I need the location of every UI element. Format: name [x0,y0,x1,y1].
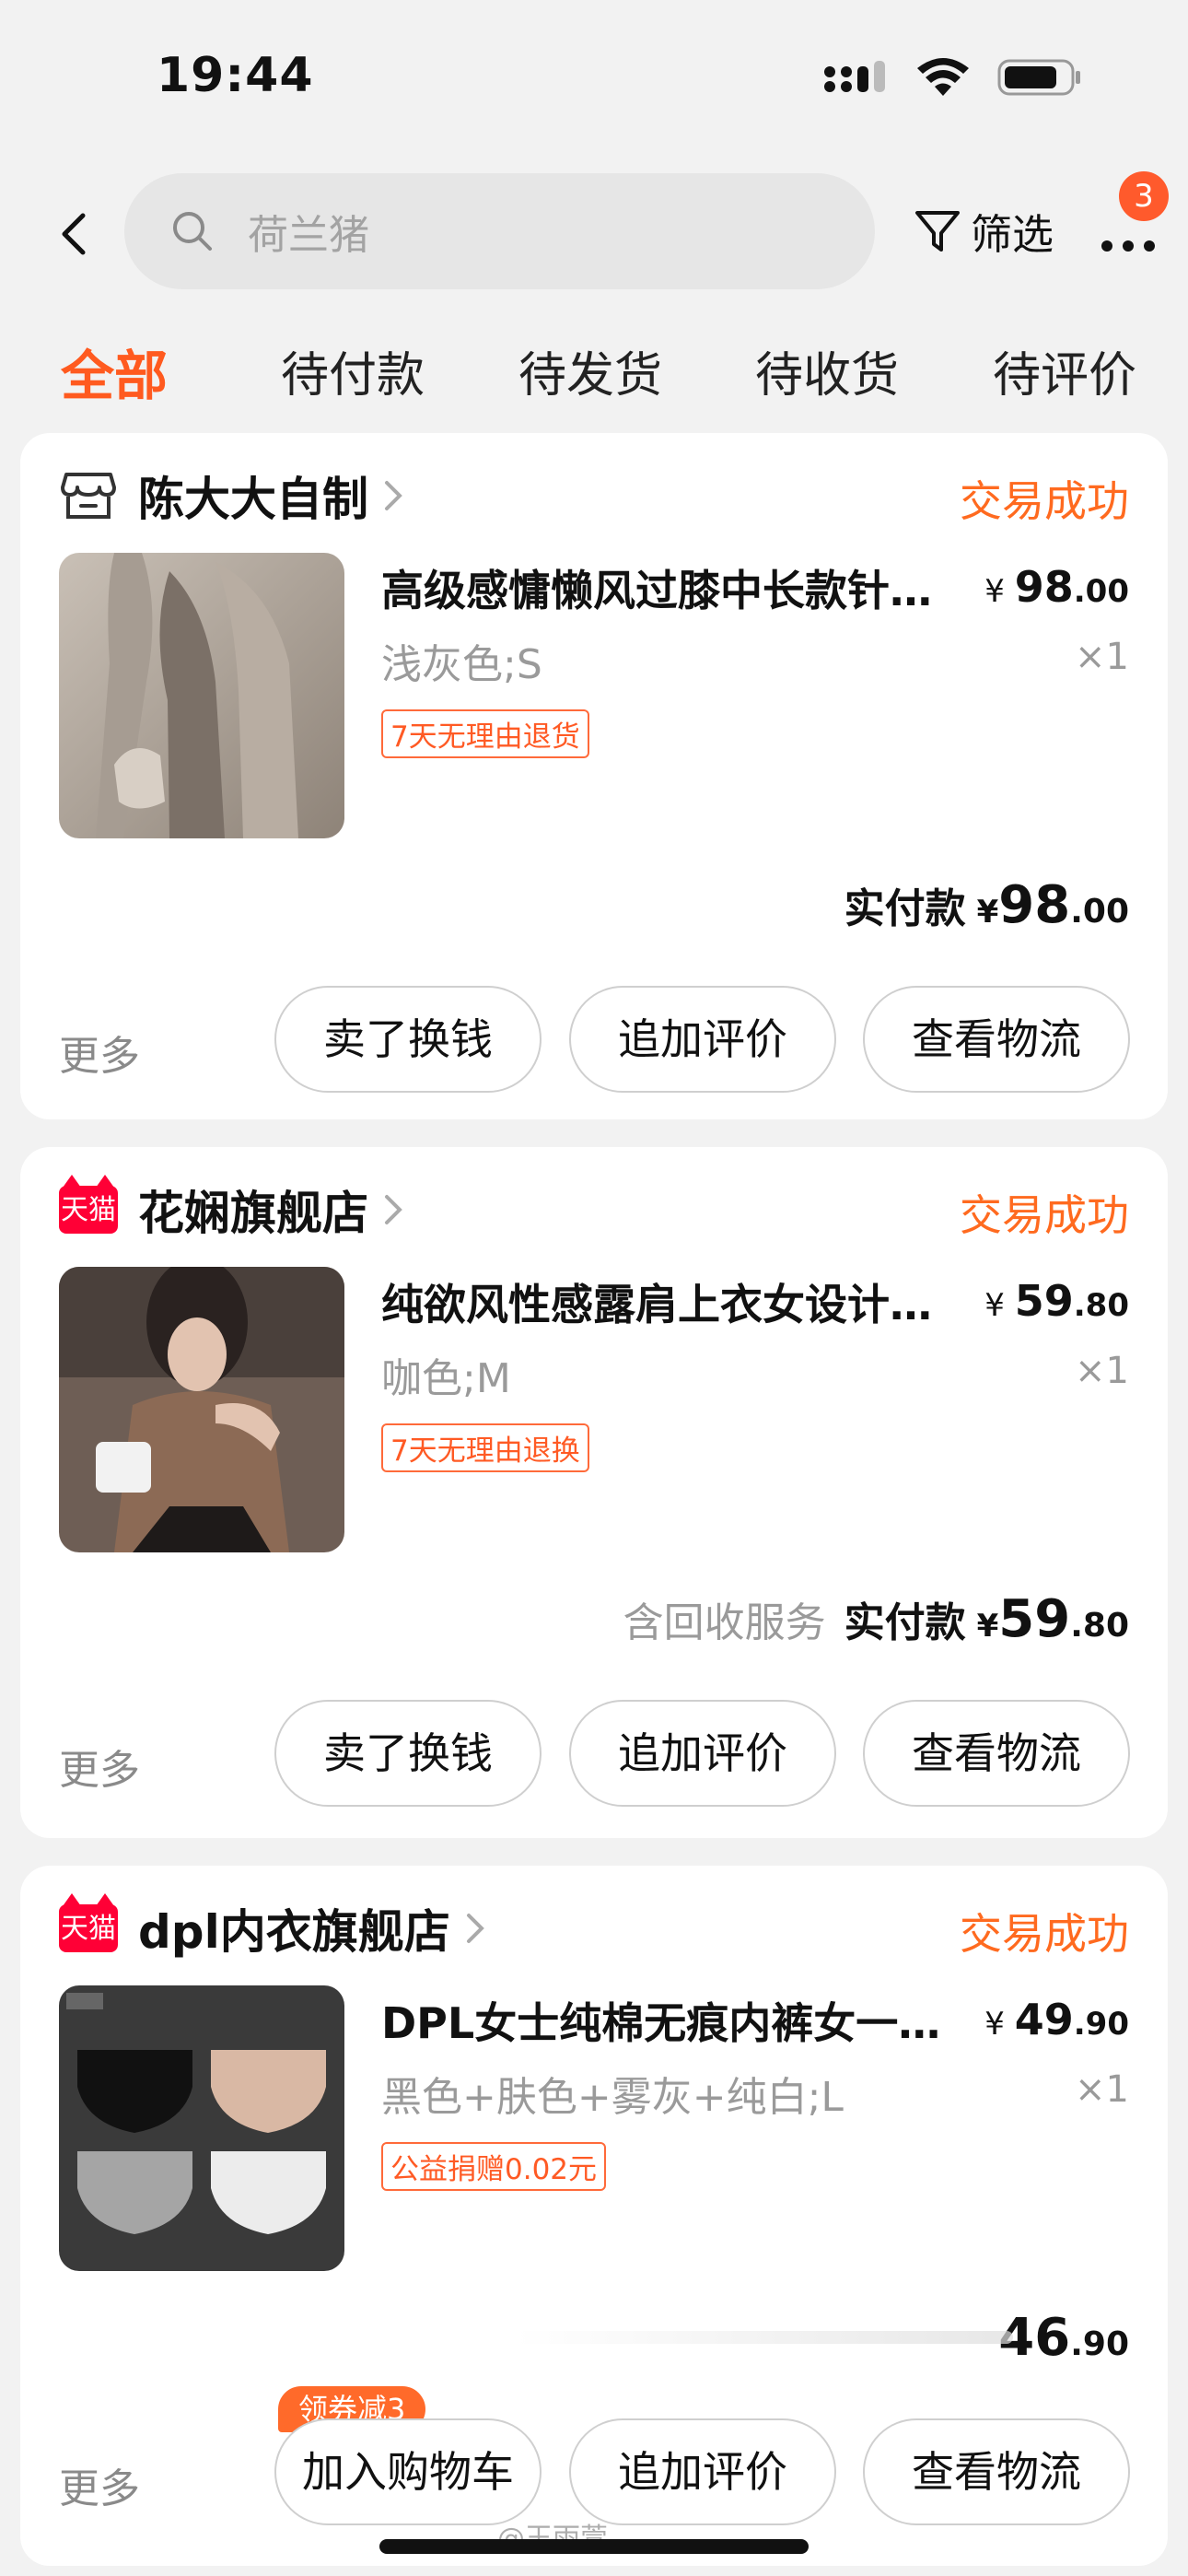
status-bar: 19:44 [0,0,1188,157]
product-image[interactable] [59,1267,344,1552]
blurred-overlay [516,2331,1013,2344]
chevron-right-icon [385,481,402,510]
filter-icon [915,210,960,252]
track-shipment-button[interactable]: 查看物流 [863,986,1130,1093]
tab-pending-shipment[interactable]: 待发货 [518,336,662,405]
home-indicator[interactable] [379,2539,809,2554]
price-decimal: .80 [1073,1287,1129,1324]
order-status: 交易成功 [960,1909,1129,1959]
tab-pending-receipt[interactable]: 待收货 [755,336,899,405]
paid-label: 实付款 [844,885,966,932]
add-review-button[interactable]: 追加评价 [569,1700,836,1807]
paid-amount: 含回收服务 实付款 ¥ 59.80 [623,1589,1129,1649]
add-to-cart-button[interactable]: 加入购物车 [274,2418,542,2525]
shop-name: 花娴旗舰店 [138,1187,368,1240]
order-card[interactable]: 陈大大自制 交易成功 高级感慵懒风过膝中长款针… ¥ 98.00 浅灰色;S ×… [20,433,1168,1119]
cellular-signal-icon [824,61,885,92]
tmall-icon: 天猫 [59,1175,118,1235]
order-card[interactable]: 天猫 花娴旗舰店 交易成功 纯欲风性感露肩上衣女设计… ¥ 59.80 咖色;M… [20,1147,1168,1838]
item-quantity: ×1 [1075,2068,1129,2111]
tmall-logo: 天猫 [59,1893,118,1952]
currency-symbol: ¥ [984,573,1005,610]
charity-donation-tag: 公益捐赠0.02元 [381,2142,607,2191]
item-sku: 咖色;M [381,1355,511,1402]
store-icon [59,470,118,521]
price-integer: 98 [1014,562,1074,612]
notification-badge: 3 [1119,171,1169,221]
track-shipment-button[interactable]: 查看物流 [863,1700,1130,1807]
price-decimal: .90 [1073,2006,1129,2043]
add-review-button[interactable]: 追加评价 [569,2418,836,2525]
currency-symbol: ¥ [984,2006,1005,2043]
paid-decimal: .80 [1070,1607,1129,1645]
order-tabs: 全部 待付款 待发货 待收货 待评价 [0,336,1188,419]
tab-all[interactable]: 全部 [61,333,168,410]
paid-decimal: .90 [1070,2325,1129,2363]
tmall-logo: 天猫 [59,1175,118,1234]
filter-label: 筛选 [971,210,1054,259]
item-quantity: ×1 [1075,1350,1129,1392]
resell-button[interactable]: 卖了换钱 [274,1700,542,1807]
product-image[interactable] [59,553,344,838]
currency-symbol: ¥ [976,894,999,931]
item-price: ¥ 49.90 [984,1995,1129,2044]
add-review-button[interactable]: 追加评价 [569,986,836,1093]
header: 荷兰猪 筛选 3 [0,171,1188,293]
battery-icon [997,59,1080,96]
search-placeholder: 荷兰猪 [248,212,369,259]
item-sku: 浅灰色;S [381,641,542,688]
more-link[interactable]: 更多 [59,1023,140,1082]
tab-pending-review[interactable]: 待评价 [993,336,1136,405]
filter-button[interactable]: 筛选 [912,201,1054,261]
paid-amount: 实付款 ¥ 98.00 [844,875,1129,935]
shop-header[interactable]: 天猫 dpl内衣旗舰店 交易成功 [59,1891,1129,1965]
more-link[interactable]: 更多 [59,1737,140,1796]
currency-symbol: ¥ [984,1287,1005,1324]
item-price: ¥ 98.00 [984,562,1129,612]
order-list-screen: 19:44 荷兰猪 筛选 3 全部 待付款 待发货 待收货 待评价 陈大大自制 … [0,0,1188,2576]
order-status: 交易成功 [960,476,1129,526]
back-icon[interactable] [48,206,103,262]
currency-symbol: ¥ [976,1608,999,1645]
item-title[interactable]: 高级感慵懒风过膝中长款针… [381,557,998,618]
tmall-icon: 天猫 [59,1893,118,1954]
chevron-right-icon [385,1195,402,1224]
chevron-right-icon [466,1914,484,1943]
shop-name: 陈大大自制 [138,473,368,526]
item-quantity: ×1 [1075,636,1129,678]
more-link[interactable]: 更多 [59,2455,140,2514]
paid-amount: 46.90 [998,2308,1129,2368]
shop-name: dpl内衣旗舰店 [138,1905,450,1959]
price-decimal: .00 [1073,573,1129,610]
status-time: 19:44 [157,48,314,103]
recycle-service-label: 含回收服务 [623,1599,826,1646]
status-icons [822,57,1082,98]
return-policy-tag: 7天无理由退换 [381,1423,589,1472]
shop-header[interactable]: 天猫 花娴旗舰店 交易成功 [59,1173,1129,1247]
item-title[interactable]: DPL女士纯棉无痕内裤女一… [381,1990,998,2051]
resell-button[interactable]: 卖了换钱 [274,986,542,1093]
tab-pending-payment[interactable]: 待付款 [281,336,425,405]
order-card[interactable]: 天猫 dpl内衣旗舰店 交易成功 DPL女士纯棉无痕内裤女一… ¥ 49.90 … [20,1866,1168,2566]
paid-integer: 59 [998,1589,1071,1649]
search-icon [173,212,212,251]
price-integer: 49 [1014,1995,1074,2044]
product-image[interactable] [59,1985,344,2271]
order-status: 交易成功 [960,1190,1129,1240]
paid-label: 实付款 [844,1599,966,1646]
item-sku: 黑色+肤色+雾灰+纯白;L [381,2074,844,2121]
paid-integer: 98 [998,875,1071,935]
paid-decimal: .00 [1070,893,1129,931]
item-price: ¥ 59.80 [984,1276,1129,1326]
wifi-icon [917,58,969,96]
return-policy-tag: 7天无理由退货 [381,709,589,758]
search-input[interactable]: 荷兰猪 [124,173,875,289]
track-shipment-button[interactable]: 查看物流 [863,2418,1130,2525]
price-integer: 59 [1014,1276,1074,1326]
shop-header[interactable]: 陈大大自制 交易成功 [59,459,1129,533]
item-title[interactable]: 纯欲风性感露肩上衣女设计… [381,1271,998,1332]
